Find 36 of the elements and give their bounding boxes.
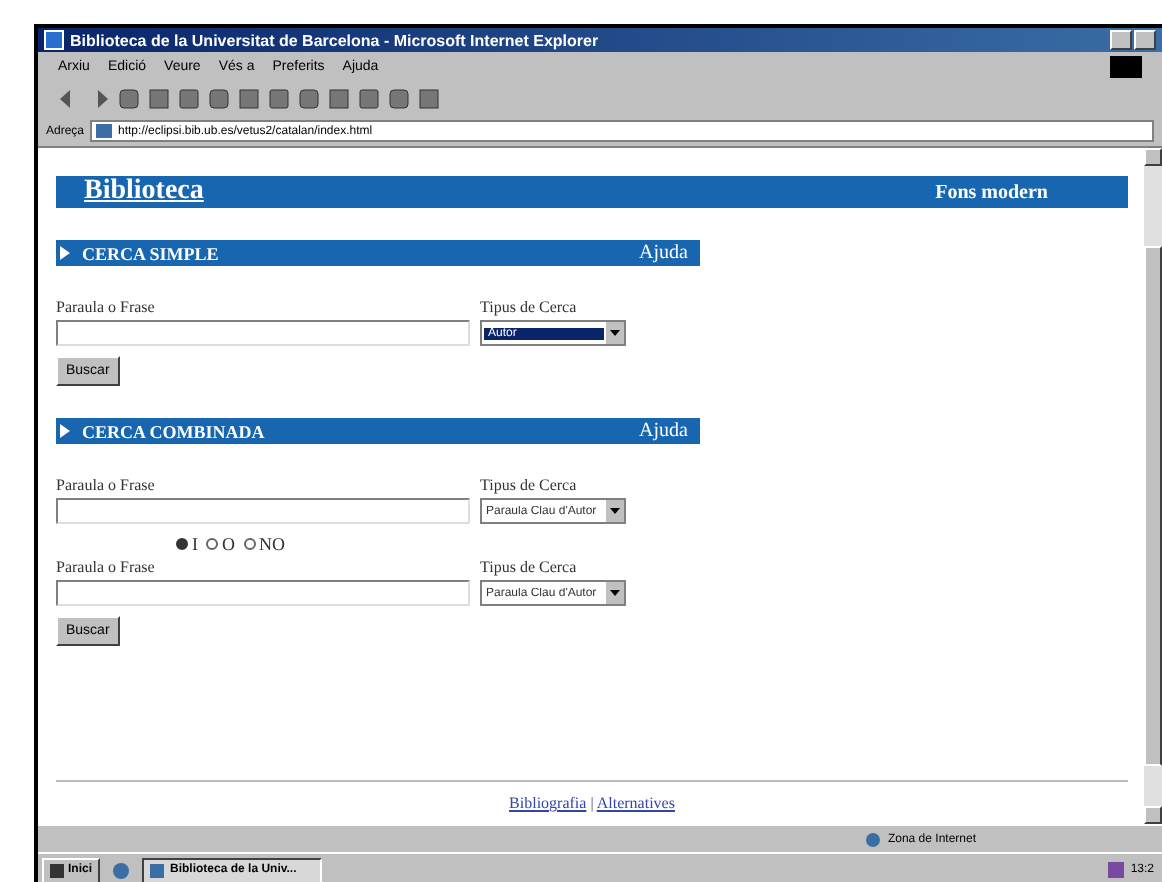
radio-label: O (222, 534, 235, 554)
windows-logo-icon (50, 863, 64, 877)
globe-icon (863, 831, 882, 847)
header-title[interactable]: Biblioteca (84, 176, 204, 208)
radio-label: NO (259, 534, 285, 554)
radio-button[interactable] (243, 538, 255, 550)
browser-icon[interactable] (112, 861, 131, 879)
radio-label: I (192, 534, 198, 554)
help-link[interactable]: Ajuda (639, 242, 688, 264)
browser-icon (44, 30, 64, 50)
help-link[interactable]: Ajuda (639, 420, 688, 442)
field-label: Tipus de Cerca (480, 558, 579, 576)
footer-link[interactable]: Bibliografia (509, 794, 587, 812)
page-icon (150, 863, 165, 877)
link-separator: | (590, 794, 594, 812)
section-title: CERCA SIMPLE (82, 243, 219, 263)
search-field[interactable] (56, 320, 470, 346)
search-field[interactable] (56, 580, 470, 606)
triangle-icon (60, 424, 70, 438)
field-label: Paraula o Frase (56, 476, 157, 494)
maximize-button[interactable] (1134, 30, 1156, 50)
radio-button[interactable] (176, 538, 188, 550)
window-title: Biblioteca de la Universitat de Barcelona - Microsoft Internet Explorer (70, 31, 599, 49)
field-label: Paraula o Frase (56, 298, 157, 316)
field-label: Paraula o Frase (56, 558, 157, 576)
triangle-icon (60, 246, 70, 260)
search-field[interactable] (56, 498, 470, 524)
field-label: Tipus de Cerca (480, 298, 579, 316)
scrollbar[interactable] (1144, 148, 1162, 824)
field-label: Tipus de Cerca (480, 476, 579, 494)
radio-button[interactable] (206, 538, 218, 550)
header-subtitle: Fons modern (935, 181, 1048, 203)
section-title: CERCA COMBINADA (82, 421, 265, 441)
tray-icon (1108, 862, 1125, 878)
footer-link[interactable]: Alternatives (596, 794, 675, 812)
minimize-button[interactable] (1110, 30, 1132, 50)
